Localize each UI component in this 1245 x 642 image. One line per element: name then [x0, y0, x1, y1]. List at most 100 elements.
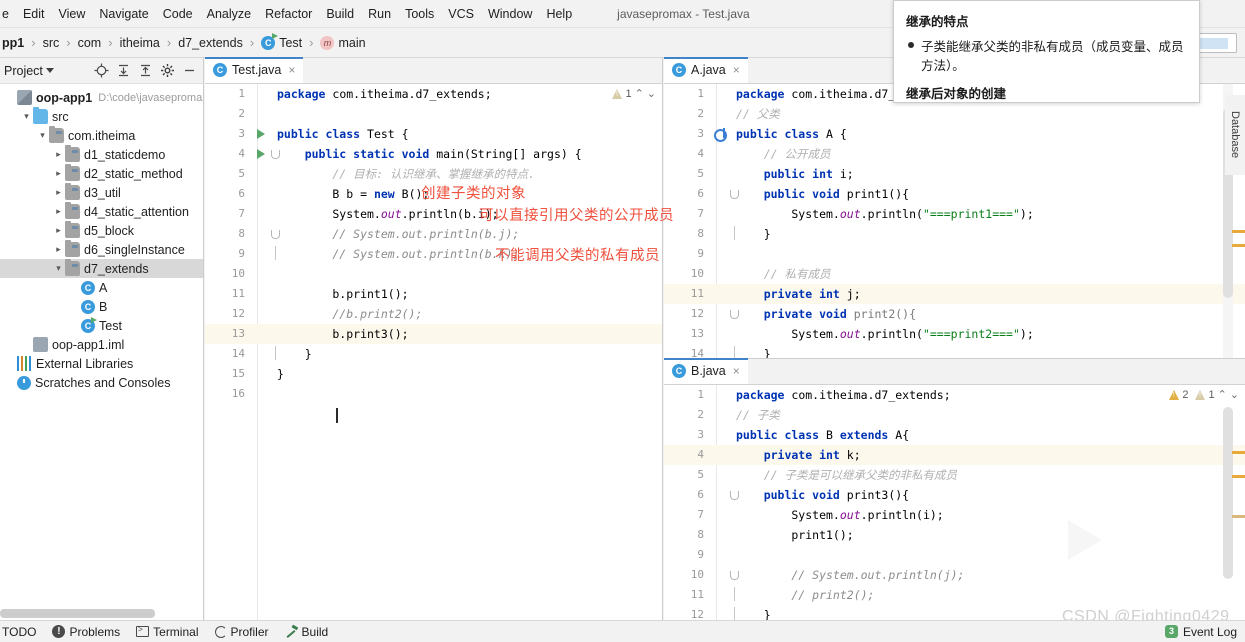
breadcrumb-item-pp1[interactable]: pp1 [0, 36, 26, 50]
menu-item-vcs[interactable]: VCS [441, 4, 481, 24]
breadcrumb-item-test[interactable]: C Test [259, 32, 304, 50]
tree-item-com-itheima[interactable]: com.itheima [0, 126, 203, 145]
status-item-build[interactable]: Build [285, 625, 329, 639]
tree-item-test[interactable]: C Test [0, 316, 203, 335]
editor-b-marker-2[interactable] [1232, 475, 1245, 478]
package-icon [65, 164, 80, 181]
editor-b-scroll-thumb[interactable] [1223, 407, 1233, 579]
chevron-right-icon[interactable] [52, 183, 65, 202]
gutter-markers [710, 465, 730, 485]
tree-item-oop-app1[interactable]: oop-app1 D:\code\javasepromax\ [0, 88, 203, 107]
code-editor-a[interactable]: 1 package com.itheima.d7_ext 2// 父类 3 public… [664, 84, 1245, 358]
status-item-terminal[interactable]: Terminal [136, 625, 199, 639]
menu-item-view[interactable]: View [52, 4, 93, 24]
code-fold-icon[interactable] [730, 587, 739, 601]
tree-item-d5-block[interactable]: d5_block [0, 221, 203, 240]
menu-item-e[interactable]: e [0, 4, 16, 24]
tree-item-d2-static-method[interactable]: d2_static_method [0, 164, 203, 183]
editor-b-marker-1[interactable] [1232, 451, 1245, 454]
tab-test-java[interactable]: C Test.java × [205, 57, 304, 83]
tree-item-d3-util[interactable]: d3_util [0, 183, 203, 202]
breadcrumb-item-src[interactable]: src [41, 36, 62, 50]
tree-item-scratches-and-consoles[interactable]: Scratches and Consoles [0, 373, 203, 392]
code-fold-icon[interactable] [271, 230, 280, 239]
run-gutter-icon[interactable] [257, 149, 265, 159]
run-gutter-icon[interactable] [257, 129, 265, 139]
code-fold-icon[interactable] [271, 150, 280, 159]
code-editor-test[interactable]: 1 package com.itheima.d7_extends; 2 3 public… [205, 84, 662, 620]
code-fold-icon[interactable] [730, 190, 739, 199]
code-text: } [277, 367, 284, 381]
code-editor-b[interactable]: 1 package com.itheima.d7_extends; 2 // 子类 3 p… [664, 385, 1245, 621]
line-number: 7 [238, 207, 245, 220]
tree-item-d7-extends[interactable]: d7_extends [0, 259, 203, 278]
code-fold-icon[interactable] [730, 571, 739, 580]
breadcrumb-item-com[interactable]: com [76, 36, 104, 50]
menu-item-analyze[interactable]: Analyze [200, 4, 258, 24]
tree-item-src[interactable]: src [0, 107, 203, 126]
tree-item-external-libraries[interactable]: External Libraries [0, 354, 203, 373]
inspection-widget-b[interactable]: 2 1 ⌃ ⌄ [1169, 388, 1239, 401]
tree-item-d6-singleinstance[interactable]: d6_singleInstance [0, 240, 203, 259]
prev-problem-icon[interactable]: ⌃ [635, 87, 644, 100]
status-item-problems[interactable]: ! Problems [52, 625, 120, 639]
code-fold-icon[interactable] [271, 346, 280, 360]
menu-item-refactor[interactable]: Refactor [258, 4, 319, 24]
code-fold-icon[interactable] [271, 246, 280, 260]
chevron-down-icon[interactable] [36, 126, 49, 145]
tab-b-java[interactable]: C B.java × [664, 358, 748, 384]
editor-a-marker-2[interactable] [1232, 244, 1245, 247]
code-fold-icon[interactable] [730, 346, 739, 358]
tree-item-a[interactable]: CA [0, 278, 203, 297]
code-text: // 目标: 认识继承、掌握继承的特点. [277, 167, 535, 181]
next-problem-icon[interactable]: ⌄ [647, 87, 656, 100]
menu-item-tools[interactable]: Tools [398, 4, 441, 24]
breadcrumb-item-main[interactable]: m main [318, 35, 367, 50]
chevron-down-icon[interactable] [52, 259, 65, 278]
close-icon[interactable]: × [288, 63, 295, 77]
menu-item-help[interactable]: Help [539, 4, 579, 24]
code-fold-icon[interactable] [730, 310, 739, 319]
breadcrumb-item-d7-extends[interactable]: d7_extends [176, 36, 245, 50]
close-icon[interactable]: × [733, 63, 740, 77]
implemented-by-gutter-icon[interactable] [714, 128, 727, 142]
code-fold-icon[interactable] [730, 226, 739, 240]
menu-item-window[interactable]: Window [481, 4, 539, 24]
status-item-profiler[interactable]: Profiler [214, 625, 269, 639]
minimize-icon[interactable] [179, 61, 199, 81]
menu-item-navigate[interactable]: Navigate [92, 4, 155, 24]
expand-all-icon[interactable] [113, 61, 133, 81]
menu-item-run[interactable]: Run [361, 4, 398, 24]
chevron-down-icon[interactable] [20, 107, 33, 126]
next-problem-icon[interactable]: ⌄ [1230, 388, 1239, 401]
chevron-right-icon[interactable] [52, 145, 65, 164]
status-item-todo[interactable]: TODO [2, 625, 36, 639]
tree-item-b[interactable]: CB [0, 297, 203, 316]
chevron-right-icon[interactable] [52, 240, 65, 259]
tool-tab-database[interactable]: Database [1225, 95, 1245, 175]
settings-gear-icon[interactable] [157, 61, 177, 81]
code-fold-icon[interactable] [730, 607, 739, 621]
code-fold-icon[interactable] [730, 491, 739, 500]
tab-a-java[interactable]: C A.java × [664, 57, 748, 83]
close-icon[interactable]: × [733, 364, 740, 378]
editor-a-marker-1[interactable] [1232, 230, 1245, 233]
inspection-widget-test[interactable]: 1 ⌃ ⌄ [612, 87, 656, 100]
project-horizontal-scrollbar[interactable] [0, 609, 155, 618]
menu-item-build[interactable]: Build [319, 4, 361, 24]
menu-item-code[interactable]: Code [156, 4, 200, 24]
breadcrumb-item-itheima[interactable]: itheima [118, 36, 162, 50]
chevron-right-icon[interactable] [52, 202, 65, 221]
project-panel-title[interactable]: Project [4, 64, 54, 78]
event-log-label[interactable]: Event Log [1183, 625, 1237, 639]
tree-item-d4-static-attention[interactable]: d4_static_attention [0, 202, 203, 221]
menu-item-edit[interactable]: Edit [16, 4, 52, 24]
collapse-all-icon[interactable] [135, 61, 155, 81]
editor-b-marker-3[interactable] [1232, 515, 1245, 518]
tree-item-oop-app1-iml[interactable]: oop-app1.iml [0, 335, 203, 354]
chevron-right-icon[interactable] [52, 164, 65, 183]
locate-icon[interactable] [91, 61, 111, 81]
prev-problem-icon[interactable]: ⌃ [1218, 388, 1227, 401]
tree-item-d1-staticdemo[interactable]: d1_staticdemo [0, 145, 203, 164]
chevron-right-icon[interactable] [52, 221, 65, 240]
